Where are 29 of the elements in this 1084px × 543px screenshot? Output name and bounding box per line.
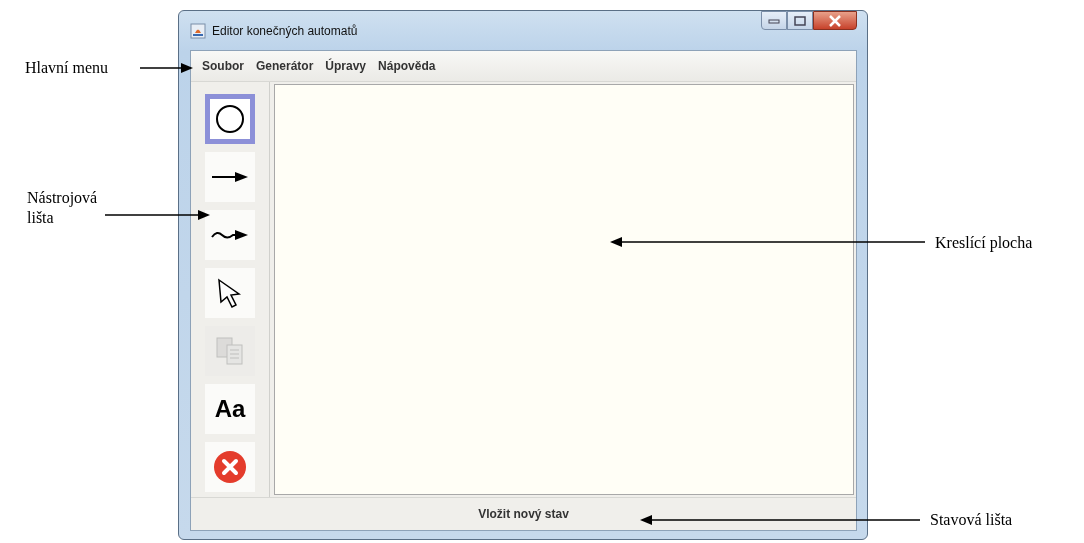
circle-icon bbox=[215, 104, 245, 134]
delete-icon bbox=[213, 450, 247, 484]
leader-arrow bbox=[140, 62, 193, 74]
status-text: Vložit nový stav bbox=[478, 507, 569, 521]
menu-item[interactable]: Nápověda bbox=[373, 57, 441, 75]
pointer-icon bbox=[217, 278, 243, 308]
tool-button[interactable] bbox=[205, 94, 255, 144]
close-button[interactable] bbox=[813, 11, 857, 30]
maximize-icon bbox=[794, 15, 806, 26]
annotation-label: Kreslící plocha bbox=[935, 233, 1033, 253]
tool-button[interactable]: Aa bbox=[205, 384, 255, 434]
minimize-button[interactable] bbox=[761, 11, 787, 30]
maximize-button[interactable] bbox=[787, 11, 813, 30]
close-icon bbox=[828, 14, 842, 27]
arrow-icon bbox=[211, 171, 249, 183]
annotation-label: Stavová lišta bbox=[930, 510, 1013, 530]
menu-item[interactable]: Soubor bbox=[197, 57, 249, 75]
tool-button[interactable] bbox=[205, 152, 255, 202]
annotation-label: Nástrojová lišta bbox=[27, 188, 99, 228]
copy-icon bbox=[215, 336, 245, 366]
app-icon bbox=[190, 22, 206, 39]
minimize-icon bbox=[768, 17, 780, 24]
annotation-label: Hlavní menu bbox=[25, 58, 109, 78]
menu-item[interactable]: Generátor bbox=[251, 57, 319, 75]
tool-button[interactable] bbox=[205, 268, 255, 318]
wavy-arrow-icon bbox=[211, 229, 249, 241]
window-title: Editor konečných automatů bbox=[212, 23, 359, 38]
tool-button[interactable] bbox=[205, 210, 255, 260]
menu-item[interactable]: Úpravy bbox=[320, 57, 372, 75]
